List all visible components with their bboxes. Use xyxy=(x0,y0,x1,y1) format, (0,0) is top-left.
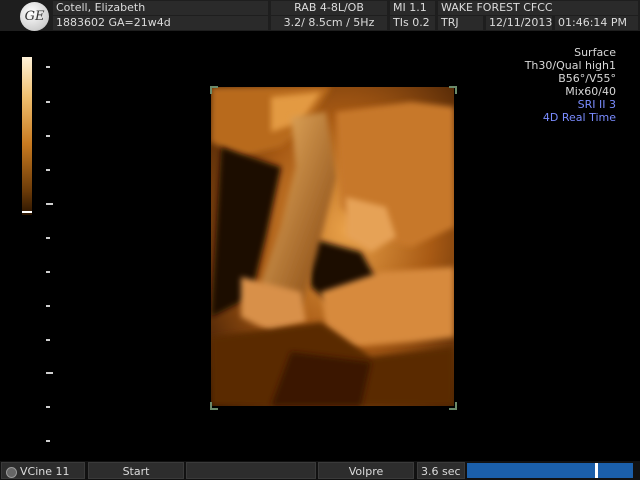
depth-tick xyxy=(46,440,50,442)
depth-tick xyxy=(46,372,53,374)
depth-tick xyxy=(46,169,50,171)
start-label: Start xyxy=(122,465,150,478)
vcine-button[interactable]: VCine 11 xyxy=(1,462,85,479)
depth-tick xyxy=(46,339,50,341)
fetal-surface-render xyxy=(211,87,454,406)
mix-label: Mix60/40 xyxy=(565,85,616,98)
cine-position-marker[interactable] xyxy=(595,463,598,478)
frame-corner xyxy=(449,402,457,410)
ge-logo: GE xyxy=(20,2,49,31)
depth-tick xyxy=(46,101,50,103)
frame-corner xyxy=(210,402,218,410)
frame-corner xyxy=(449,86,457,94)
probe-label: RAB 4-8L/OB xyxy=(271,1,387,15)
record-icon xyxy=(6,466,17,478)
tint-scale-bar xyxy=(22,57,32,215)
exam-time: 01:46:14 PM xyxy=(555,16,638,30)
volpre-button[interactable]: Volpre xyxy=(318,462,414,479)
facility-name: WAKE FOREST CFCC xyxy=(438,1,638,15)
patient-id: 1883602 GA=21w4d xyxy=(53,16,268,30)
volpre-label: Volpre xyxy=(348,465,384,478)
cine-duration: 3.6 sec xyxy=(417,462,465,479)
vcine-label: VCine 11 xyxy=(20,465,70,478)
mode-label: 4D Real Time xyxy=(542,111,616,124)
depth-tick xyxy=(46,66,50,68)
ultrasound-3d-render[interactable] xyxy=(211,87,454,406)
exam-date: 12/11/2013 xyxy=(486,16,552,30)
depth-tick xyxy=(46,203,53,205)
tis-value: TIs 0.2 xyxy=(390,16,435,30)
frame-corner xyxy=(210,86,218,94)
mi-value: MI 1.1 xyxy=(390,1,435,15)
tint-scale-marker xyxy=(22,211,32,213)
depth-tick xyxy=(46,406,50,408)
start-button[interactable]: Start xyxy=(88,462,184,479)
blank-button[interactable] xyxy=(186,462,316,479)
depth-tick xyxy=(46,271,50,273)
patient-name: Cotell, Elizabeth xyxy=(53,1,268,15)
depth-tick xyxy=(46,305,50,307)
depth-frequency: 3.2/ 8.5cm / 5Hz xyxy=(271,16,387,30)
cine-progress-bar[interactable] xyxy=(467,463,633,478)
render-mode-label: Surface xyxy=(574,46,616,59)
operator-initials: TRJ xyxy=(438,16,483,30)
sri-label: SRI II 3 xyxy=(577,98,616,111)
imaging-settings-panel: Surface Th30/Qual high1 B56°/V55° Mix60/… xyxy=(525,46,616,124)
angles-label: B56°/V55° xyxy=(558,72,616,85)
threshold-quality-label: Th30/Qual high1 xyxy=(524,59,616,72)
depth-tick xyxy=(46,237,50,239)
depth-tick xyxy=(46,135,50,137)
